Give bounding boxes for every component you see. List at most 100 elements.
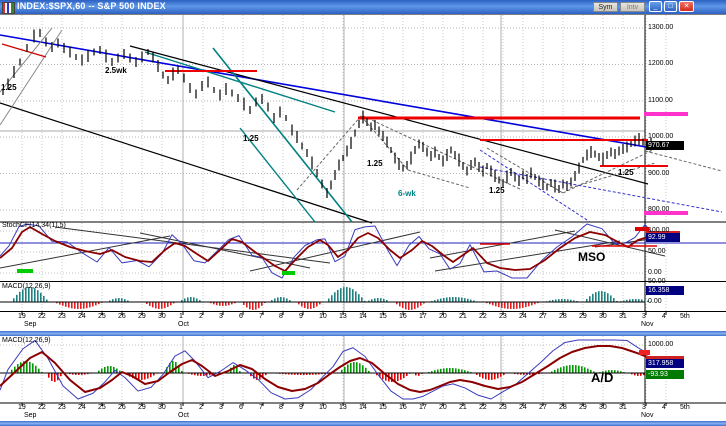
date-tick-label: 24: [519, 313, 527, 320]
macd-histogram: [0, 287, 652, 310]
date-tick-label: 22: [38, 313, 46, 320]
date-tick-label: 15: [379, 404, 387, 411]
date-tick-label: 16: [399, 313, 407, 320]
price-bars: [2, 29, 652, 198]
date-tick-label: 2: [199, 404, 203, 411]
date-tick-label: 17: [419, 313, 427, 320]
mso-annotation: MSO: [578, 250, 606, 264]
date-tick-label: 27: [539, 404, 547, 411]
price-scale-label: 1000.00: [648, 133, 674, 140]
macd-scale-label: 50.00: [648, 278, 666, 285]
date-tick-label: 3: [642, 313, 646, 320]
minimize-button[interactable]: _: [649, 1, 662, 12]
gridlines: [0, 15, 667, 403]
chart-canvas[interactable]: [0, 0, 726, 426]
date-tick-label: 24: [78, 313, 86, 320]
chart-annotation: 1.25: [243, 134, 259, 143]
date-tick-label: 31: [619, 313, 627, 320]
date-tick-label: 14: [359, 313, 367, 320]
date-tick-label: 3: [642, 404, 646, 411]
date-tick-label: 15: [379, 313, 387, 320]
date-tick-label: 9: [299, 404, 303, 411]
maximize-button[interactable]: □: [664, 1, 677, 12]
intv-button[interactable]: Intv: [620, 2, 645, 12]
date-tick-label: 17: [419, 404, 427, 411]
ad-value-box: -93.93: [646, 370, 684, 379]
date-tick-label: 31: [619, 404, 627, 411]
date-tick-label: 29: [138, 404, 146, 411]
end-date-label: 5th: [680, 404, 690, 411]
mso-value-box: 92.99: [646, 233, 680, 242]
month-label: Sep: [24, 412, 37, 419]
price-scale-label: 1300.00: [648, 24, 674, 31]
title-bar[interactable]: INDEX:$SPX,60 -- S&P 500 INDEX Sym Intv …: [0, 0, 726, 14]
date-tick-label: 20: [439, 404, 447, 411]
date-tick-label: 2: [199, 313, 203, 320]
price-scale-label: 1200.00: [648, 60, 674, 67]
month-label: Nov: [641, 321, 654, 328]
sym-button[interactable]: Sym: [593, 2, 618, 12]
date-tick-label: 26: [118, 404, 126, 411]
date-tick-label: 29: [138, 313, 146, 320]
date-tick-label: 30: [599, 404, 607, 411]
date-tick-label: 9: [299, 313, 303, 320]
date-tick-label: 7: [259, 404, 263, 411]
date-tick-label: 3: [219, 313, 223, 320]
month-label: Sep: [24, 321, 37, 328]
date-tick-label: 13: [339, 313, 347, 320]
date-tick-label: 3: [219, 404, 223, 411]
month-label: Oct: [178, 412, 189, 419]
chart-annotation: 6-wk: [398, 189, 416, 198]
end-date-label: 5th: [680, 313, 690, 320]
date-tick-label: 30: [158, 313, 166, 320]
app-icon: [2, 2, 15, 14]
date-tick-label: 24: [519, 404, 527, 411]
mso-scale-label: 100.00: [648, 227, 670, 234]
lower-macd-ad: [0, 339, 653, 400]
date-tick-label: 23: [58, 404, 66, 411]
window-separator-bar[interactable]: [0, 330, 726, 336]
date-tick-label: 29: [579, 313, 587, 320]
chart-application-window: INDEX:$SPX,60 -- S&P 500 INDEX Sym Intv …: [0, 0, 726, 426]
window-title: INDEX:$SPX,60 -- S&P 500 INDEX: [17, 1, 166, 11]
close-button[interactable]: ✕: [679, 1, 694, 12]
date-tick-label: 8: [279, 404, 283, 411]
price-scale-label: 900.00: [648, 170, 670, 177]
mso-scale-label: 0.00: [648, 269, 662, 276]
date-tick-label: 20: [439, 313, 447, 320]
date-tick-label: 21: [459, 404, 467, 411]
date-tick-label: 28: [559, 404, 567, 411]
date-tick-label: 23: [499, 404, 507, 411]
price-scale-label: 800.00: [648, 206, 670, 213]
stochastic-indicator-label: StochCF(14,34(1),5): [2, 222, 66, 229]
date-tick-label: 1: [179, 313, 183, 320]
date-tick-label: 6: [239, 404, 243, 411]
date-tick-label: 19: [18, 404, 26, 411]
date-tick-label: 22: [38, 404, 46, 411]
date-tick-label: 13: [339, 404, 347, 411]
bottom-window-edge-bar[interactable]: [0, 420, 726, 426]
ad-annotation: A/D: [591, 370, 614, 385]
chart-annotation: 1.25: [618, 168, 634, 177]
date-tick-label: 24: [78, 404, 86, 411]
price-trendlines: [0, 27, 723, 224]
macd-lower-indicator-label: MACD(12,26,9): [2, 337, 51, 344]
date-tick-label: 28: [559, 313, 567, 320]
date-tick-label: 10: [319, 313, 327, 320]
mso-scale-label: 50.00: [648, 248, 666, 255]
date-tick-label: 7: [259, 313, 263, 320]
macd-hist-indicator-label: MACD(12,26,9): [2, 283, 51, 290]
month-label: Nov: [641, 412, 654, 419]
date-tick-label: 27: [539, 313, 547, 320]
chart-annotation: 1.25: [489, 186, 505, 195]
date-tick-label: 8: [279, 313, 283, 320]
date-tick-label: 25: [98, 404, 106, 411]
date-tick-label: 22: [479, 313, 487, 320]
chart-annotation: 2.5wk: [105, 66, 127, 75]
date-tick-label: 14: [359, 404, 367, 411]
date-tick-label: 21: [459, 313, 467, 320]
month-label: Oct: [178, 321, 189, 328]
date-tick-label: 4: [662, 404, 666, 411]
macd-value-box: 16.358: [646, 286, 684, 295]
date-tick-label: 16: [399, 404, 407, 411]
